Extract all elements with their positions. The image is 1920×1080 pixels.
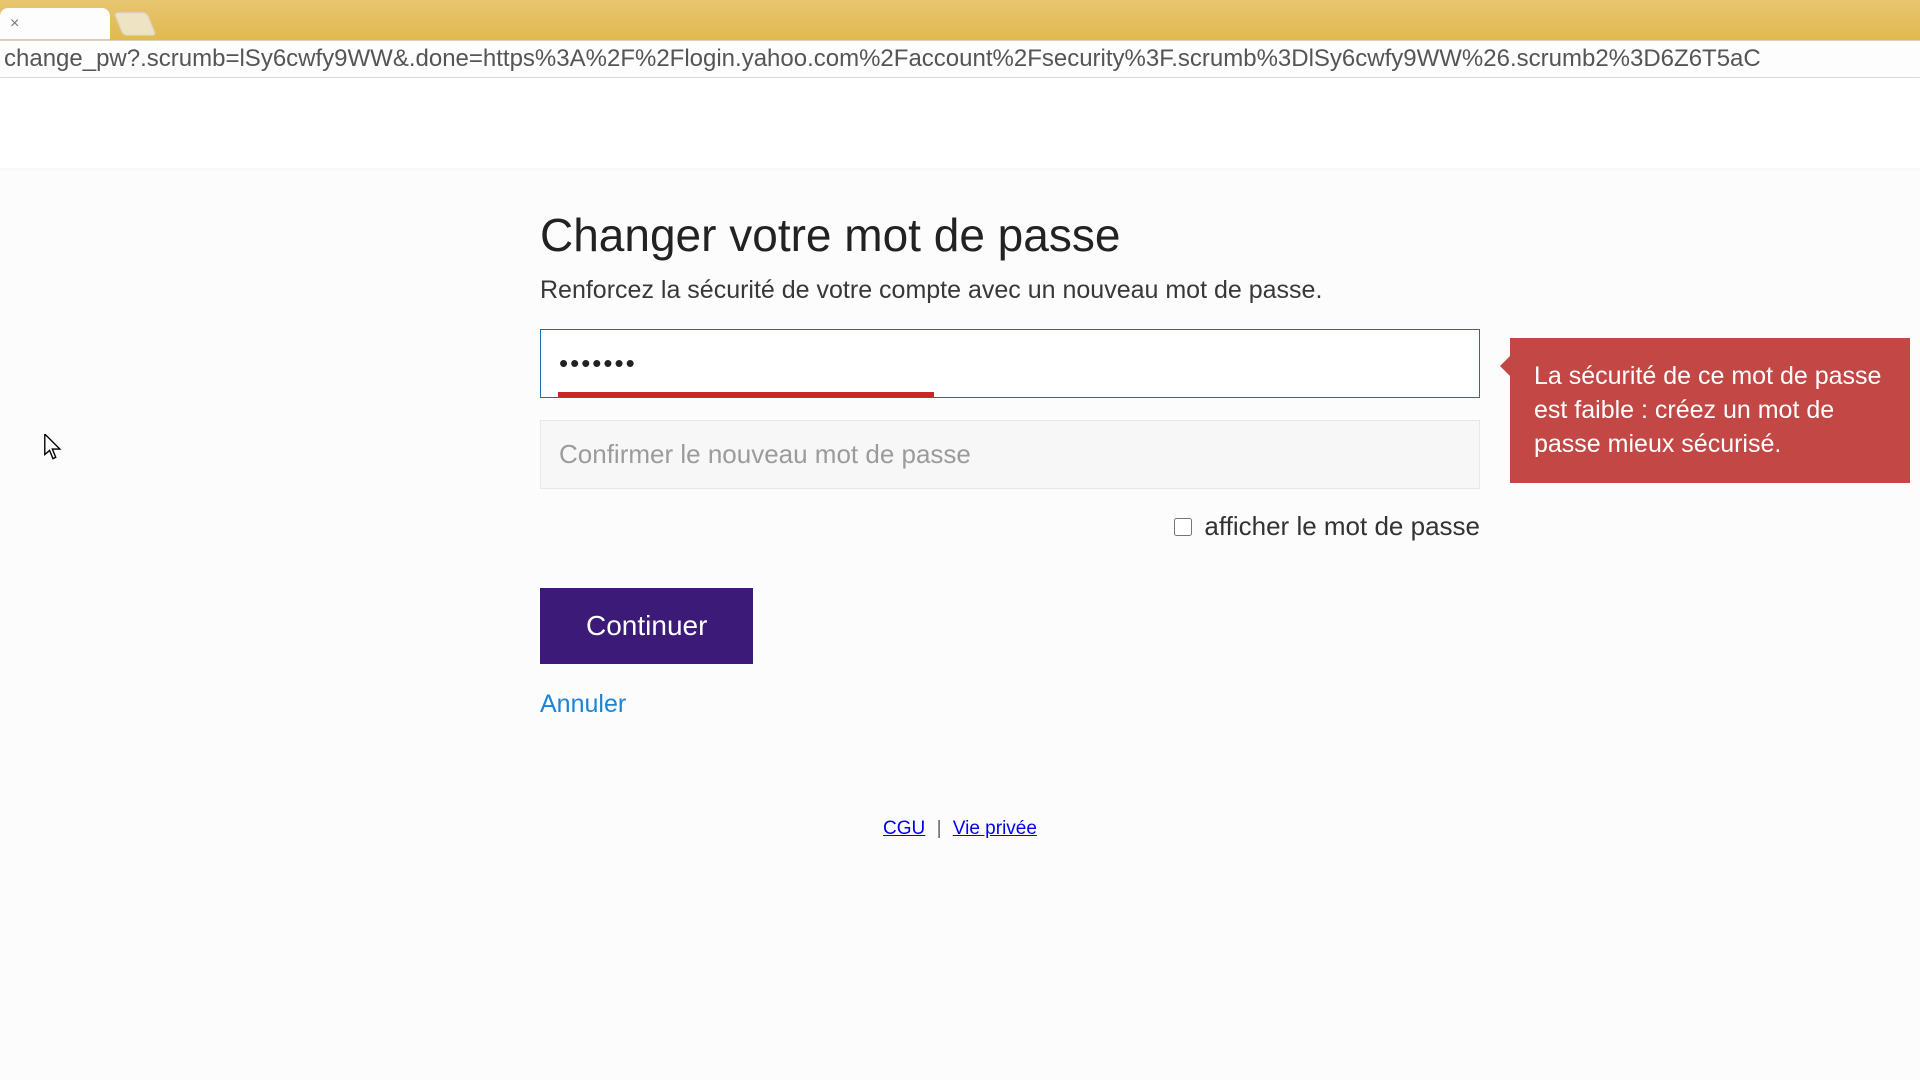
continue-button[interactable]: Continuer: [540, 588, 753, 664]
password-weak-tooltip: La sécurité de ce mot de passe est faibl…: [1510, 338, 1910, 483]
page-content: Changer votre mot de passe Renforcez la …: [0, 78, 1920, 1080]
browser-tab[interactable]: ×: [0, 8, 110, 40]
cancel-link[interactable]: Annuler: [540, 690, 1480, 719]
page-subtitle: Renforcez la sécurité de votre compte av…: [540, 276, 1480, 305]
page-header-strip: [0, 78, 1920, 168]
page-title: Changer votre mot de passe: [540, 208, 1480, 262]
show-password-checkbox[interactable]: [1174, 518, 1192, 536]
close-icon[interactable]: ×: [10, 15, 19, 33]
terms-link[interactable]: CGU: [883, 818, 925, 839]
show-password-row: afficher le mot de passe: [540, 511, 1480, 542]
new-password-input[interactable]: [540, 329, 1480, 398]
tooltip-text: La sécurité de ce mot de passe est faibl…: [1534, 362, 1881, 458]
privacy-link[interactable]: Vie privée: [953, 818, 1037, 839]
new-tab-button[interactable]: [113, 12, 157, 36]
address-bar-url: change_pw?.scrumb=lSy6cwfy9WW&.done=http…: [4, 45, 1761, 73]
show-password-label[interactable]: afficher le mot de passe: [1204, 511, 1480, 542]
password-strength-bar: [558, 392, 934, 397]
cursor-icon: [44, 434, 62, 460]
address-bar[interactable]: change_pw?.scrumb=lSy6cwfy9WW&.done=http…: [0, 40, 1920, 78]
confirm-password-input[interactable]: [540, 420, 1480, 489]
new-password-field-wrap: [540, 329, 1480, 398]
footer-links: CGU | Vie privée: [0, 818, 1920, 840]
browser-tab-strip: ×: [0, 0, 1920, 40]
confirm-password-field-wrap: [540, 420, 1480, 489]
change-password-form: Changer votre mot de passe Renforcez la …: [540, 208, 1480, 719]
footer-separator: |: [937, 818, 942, 839]
